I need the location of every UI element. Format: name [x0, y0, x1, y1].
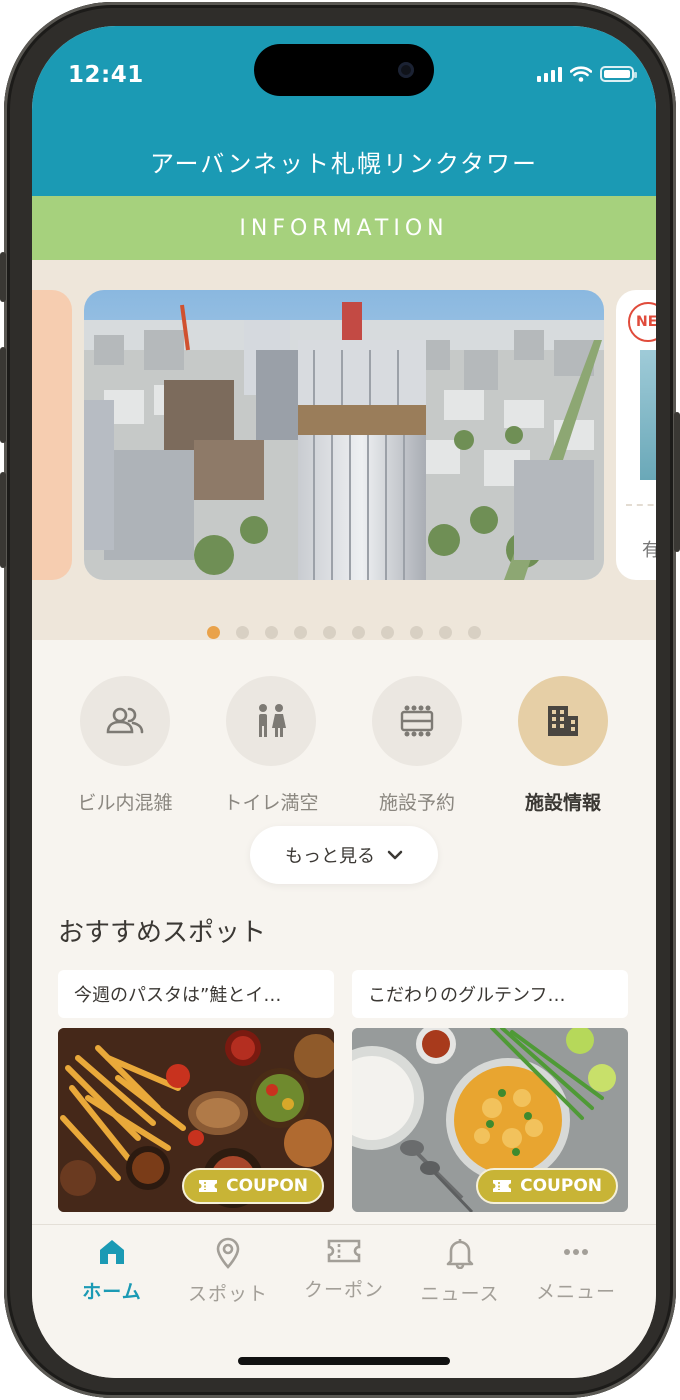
quick-menu-label: 施設情報: [524, 792, 601, 814]
ticket-icon: [493, 1180, 512, 1192]
ticket-icon: [199, 1180, 218, 1192]
facility-reservation-icon: [372, 676, 462, 766]
restroom-icon: [226, 676, 316, 766]
carousel-pagination[interactable]: [32, 626, 656, 639]
screen: 12:41 アーバンネット札幌リンクタワー INFORMATION NE 有 ビ…: [32, 26, 656, 1378]
home-indicator[interactable]: [238, 1357, 450, 1365]
carousel-card-previous[interactable]: [32, 290, 72, 580]
quick-menu-item[interactable]: 施設情報: [493, 676, 633, 815]
carousel-dot[interactable]: [323, 626, 336, 639]
tab-ticket[interactable]: クーポン: [286, 1237, 402, 1306]
information-label: INFORMATION: [239, 215, 449, 241]
building-icon: [518, 676, 608, 766]
carousel-dot[interactable]: [294, 626, 307, 639]
carousel-next-thumbnail: [640, 350, 656, 480]
page-title: アーバンネット札幌リンクタワー: [149, 149, 539, 178]
quick-menu-label: トイレ満空: [223, 792, 319, 814]
location-pin-icon: [213, 1237, 243, 1273]
spot-image: COUPON: [352, 1028, 628, 1212]
more-dots-icon: [561, 1237, 591, 1271]
tab-home[interactable]: ホーム: [54, 1237, 170, 1306]
tab-label: クーポン: [303, 1279, 384, 1301]
quick-menu-item[interactable]: トイレ満空: [201, 676, 341, 815]
cellular-signal-icon: [537, 66, 562, 82]
tab-label: メニュー: [535, 1281, 616, 1303]
tab-more-dots[interactable]: メニュー: [518, 1237, 634, 1306]
quick-menu: ビル内混雑 トイレ満空 施設予約 施設情報: [32, 676, 656, 815]
carousel-next-text: 有: [642, 540, 656, 561]
tab-label: ホーム: [82, 1281, 142, 1303]
card-divider: [626, 504, 656, 506]
more-button-label: もっと見る: [285, 846, 375, 867]
battery-icon: [600, 66, 637, 82]
status-time: 12:41: [68, 62, 144, 88]
spot-card[interactable]: こだわりのグルテンフ… COUPON: [352, 970, 628, 1212]
spot-caption: 今週のパスタは”鮭とイ…: [58, 970, 334, 1018]
status-bar: 12:41: [32, 26, 656, 126]
people-icon: [80, 676, 170, 766]
carousel-dot[interactable]: [207, 626, 220, 639]
volume-down-button: [0, 472, 6, 568]
quick-menu-label: 施設予約: [378, 792, 455, 814]
carousel-dot[interactable]: [439, 626, 452, 639]
carousel-dot[interactable]: [236, 626, 249, 639]
carousel-card-next[interactable]: NE 有: [616, 290, 656, 580]
dynamic-island: [254, 44, 434, 96]
ticket-icon: [327, 1237, 361, 1269]
carousel-dot[interactable]: [468, 626, 481, 639]
volume-up-button: [0, 347, 6, 443]
recommended-spots-title: おすすめスポット: [58, 918, 267, 948]
bell-icon: [445, 1237, 475, 1273]
carousel-dot[interactable]: [265, 626, 278, 639]
silent-switch: [0, 252, 6, 302]
camera-icon: [398, 62, 414, 78]
new-badge: NE: [628, 302, 656, 342]
quick-menu-item[interactable]: 施設予約: [347, 676, 487, 815]
tab-location-pin[interactable]: スポット: [170, 1237, 286, 1306]
carousel-dot[interactable]: [410, 626, 423, 639]
spot-card[interactable]: 今週のパスタは”鮭とイ… COUPON: [58, 970, 334, 1212]
quick-menu-label: ビル内混雑: [77, 792, 173, 814]
wifi-icon: [570, 66, 592, 82]
tab-bell[interactable]: ニュース: [402, 1237, 518, 1306]
information-banner[interactable]: INFORMATION: [32, 196, 656, 260]
coupon-label: COUPON: [520, 1176, 602, 1196]
carousel-dot[interactable]: [352, 626, 365, 639]
carousel-dot[interactable]: [381, 626, 394, 639]
coupon-label: COUPON: [226, 1176, 308, 1196]
tab-bar: ホーム スポット クーポン ニュース メニュー: [32, 1224, 656, 1378]
spot-caption: こだわりのグルテンフ…: [352, 970, 628, 1018]
quick-menu-item[interactable]: ビル内混雑: [55, 676, 195, 815]
tab-label: ニュース: [420, 1283, 500, 1305]
info-carousel[interactable]: NE 有: [32, 260, 656, 640]
carousel-card-current[interactable]: [84, 290, 604, 580]
app-header: アーバンネット札幌リンクタワー: [32, 126, 656, 196]
tab-label: スポット: [187, 1283, 268, 1305]
spot-image: COUPON: [58, 1028, 334, 1212]
phone-frame: 12:41 アーバンネット札幌リンクタワー INFORMATION NE 有 ビ…: [0, 2, 680, 1398]
coupon-badge[interactable]: COUPON: [476, 1168, 618, 1204]
more-button[interactable]: もっと見る: [250, 826, 438, 884]
status-icons: [537, 66, 637, 82]
chevron-down-icon: [387, 850, 403, 860]
power-button: [674, 412, 680, 552]
coupon-badge[interactable]: COUPON: [182, 1168, 324, 1204]
home-icon: [97, 1237, 127, 1271]
building-aerial-image: [84, 290, 604, 580]
